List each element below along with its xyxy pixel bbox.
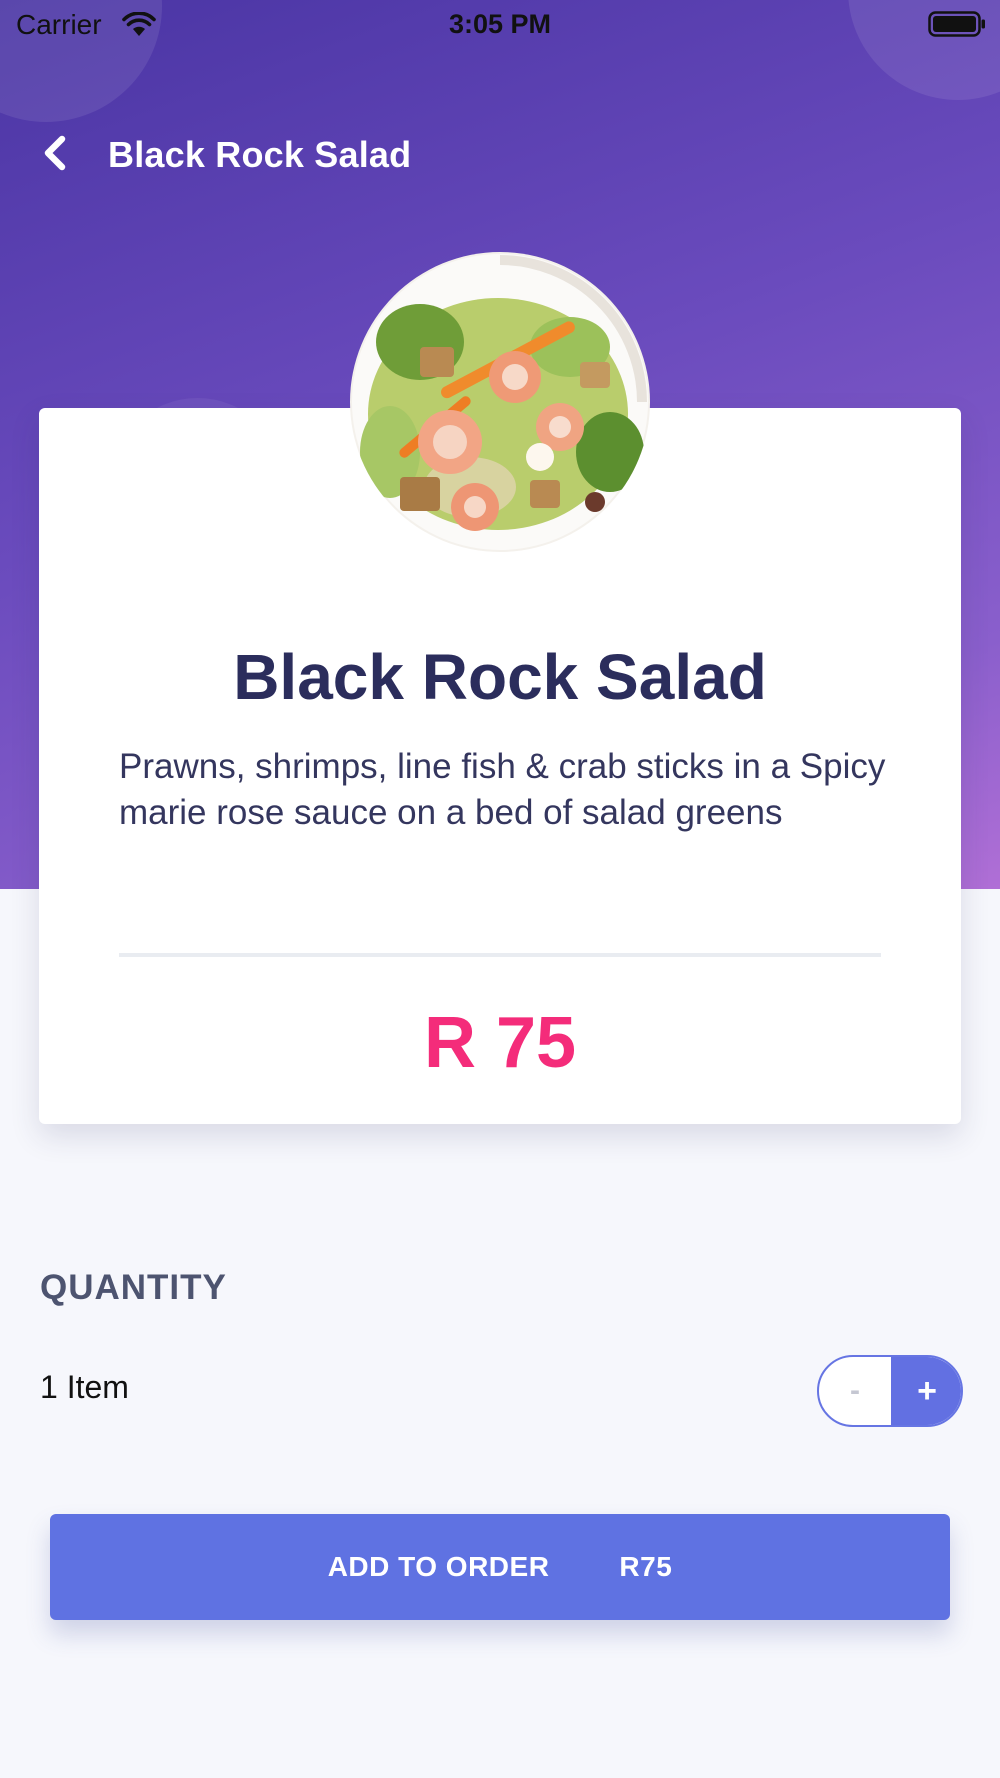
- navigation-bar: Black Rock Salad: [0, 120, 1000, 190]
- status-bar: Carrier 3:05 PM: [0, 0, 1000, 50]
- add-to-order-label: ADD TO ORDER: [327, 1551, 550, 1582]
- decrement-button[interactable]: -: [819, 1357, 891, 1425]
- add-to-order-button[interactable]: ADD TO ORDER R75: [50, 1514, 950, 1620]
- status-time: 3:05 PM: [448, 9, 552, 39]
- quantity-stepper: - +: [817, 1355, 963, 1427]
- dish-price: R 75: [423, 1003, 577, 1083]
- divider: [119, 953, 881, 957]
- battery-icon: [928, 11, 985, 37]
- chevron-left-icon[interactable]: [38, 133, 72, 173]
- nav-title: Black Rock Salad: [108, 134, 412, 175]
- dish-photo: [350, 252, 650, 552]
- dish-name: Black Rock Salad: [233, 641, 767, 713]
- order-total: R75: [619, 1551, 673, 1582]
- increment-button[interactable]: +: [891, 1357, 961, 1425]
- dish-description: Prawns, shrimps, line fish & crab sticks…: [119, 747, 886, 832]
- quantity-value: 1 Item: [40, 1369, 129, 1405]
- quantity-heading: QUANTITY: [40, 1268, 227, 1307]
